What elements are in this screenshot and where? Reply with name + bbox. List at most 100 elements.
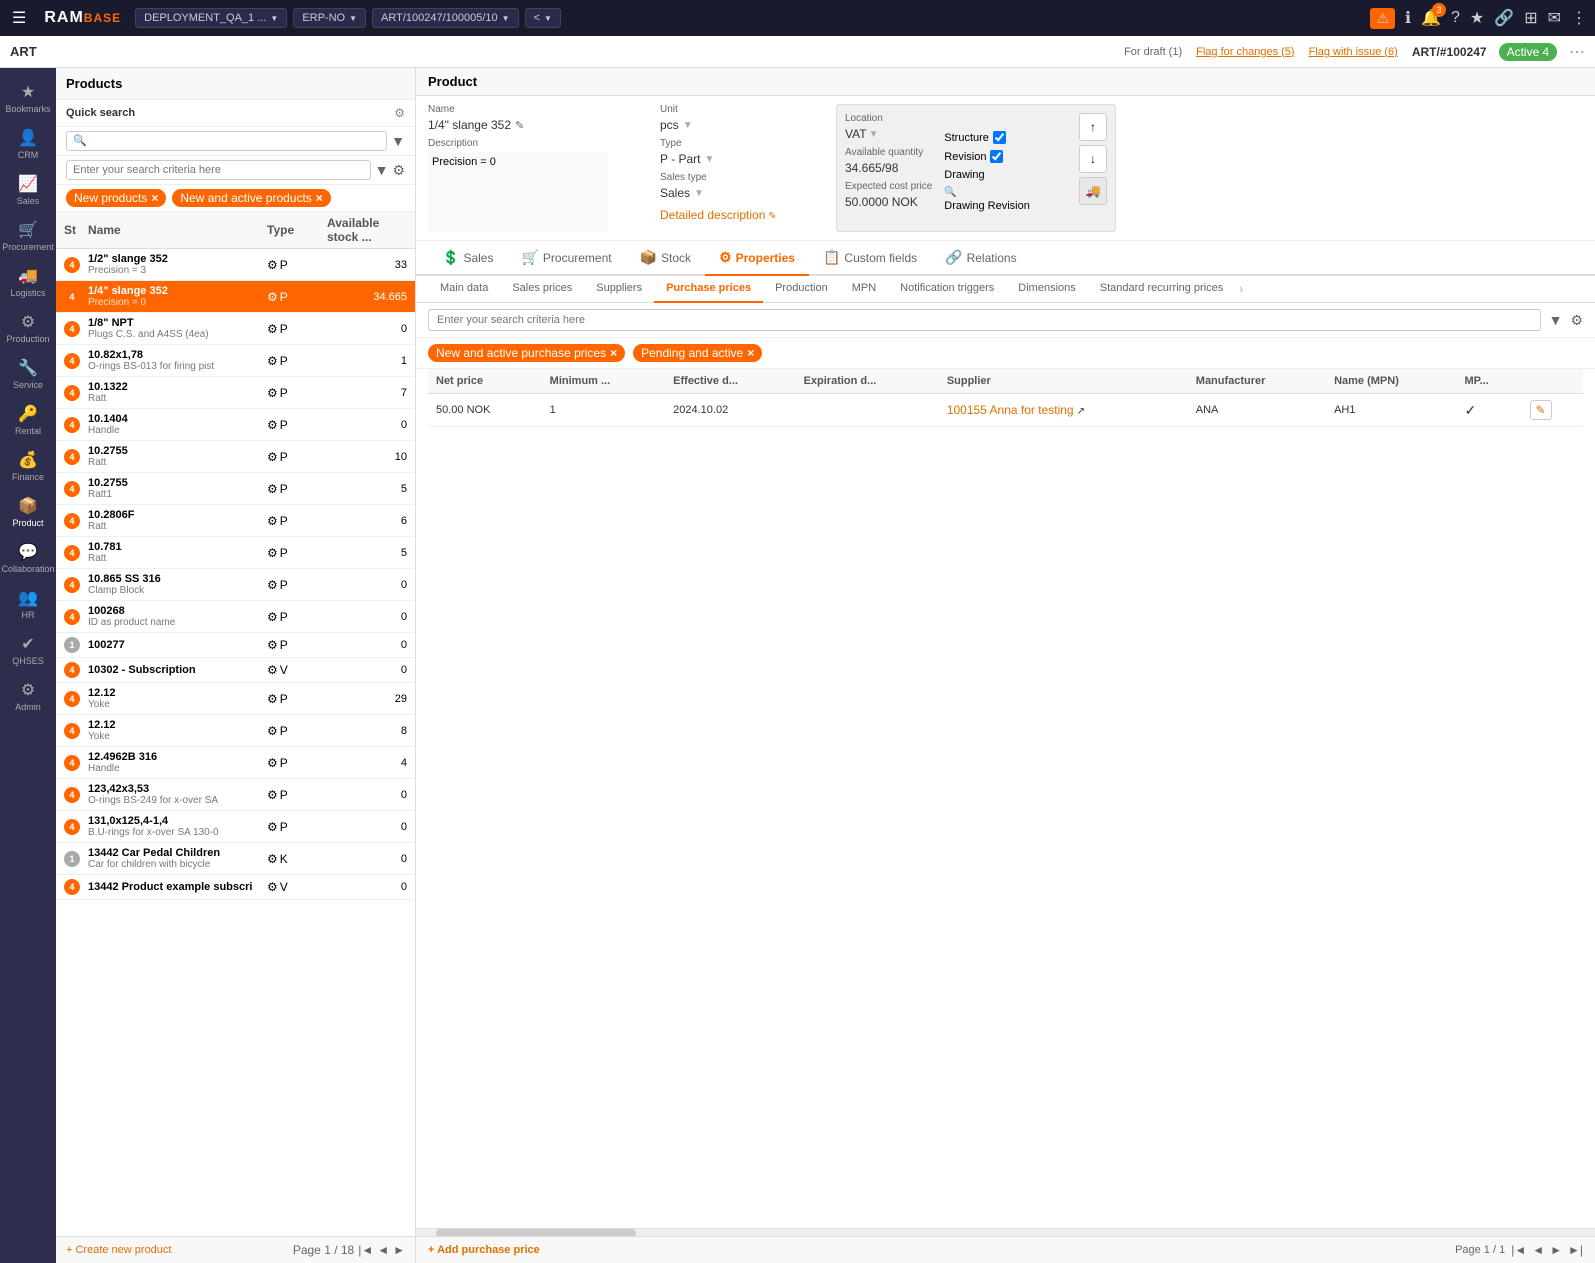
sub-tab-standard-recurring-prices[interactable]: Standard recurring prices [1088, 276, 1236, 303]
sidebar-item-logistics[interactable]: 🚚 Logistics [0, 260, 56, 304]
alert-icon[interactable]: ⚠ [1370, 8, 1395, 29]
flag-issue-link[interactable]: Flag with issue (6) [1309, 46, 1398, 58]
info-icon[interactable]: ℹ [1405, 8, 1411, 28]
list-item[interactable]: 4 10302 - Subscription ⚙ V 0 [56, 658, 415, 683]
list-item[interactable]: 4 1/8" NPT Plugs C.S. and A4SS (4ea) ⚙ P… [56, 313, 415, 345]
filter-settings-icon[interactable]: ⚙ [394, 106, 405, 120]
draft-info[interactable]: For draft (1) [1124, 46, 1182, 58]
page-next-button[interactable]: ► [393, 1243, 405, 1257]
supplier-link[interactable]: 100155 Anna for testing [947, 403, 1074, 417]
sub-tab-purchase-prices[interactable]: Purchase prices [654, 276, 763, 303]
list-item[interactable]: 4 1/4" slange 352 Precision = 0 ⚙ P 34.6… [56, 281, 415, 313]
list-item[interactable]: 4 13442 Product example subscri ⚙ V 0 [56, 875, 415, 900]
help-icon[interactable]: ? [1451, 9, 1460, 27]
sub-tab-production[interactable]: Production [763, 276, 840, 303]
list-item[interactable]: 1 100277 ⚙ P 0 [56, 633, 415, 658]
list-item[interactable]: 4 1/2" slange 352 Precision = 3 ⚙ P 33 [56, 249, 415, 281]
purchase-prices-filter-button[interactable]: ▼ [1549, 312, 1563, 328]
create-new-product-button[interactable]: + Create new product [66, 1244, 171, 1256]
edit-row-button[interactable]: ✎ [1530, 400, 1552, 420]
list-item[interactable]: 4 10.2755 Ratt1 ⚙ P 5 [56, 473, 415, 505]
table-last-page[interactable]: ►| [1568, 1243, 1583, 1257]
sub-tab-notification-triggers[interactable]: Notification triggers [888, 276, 1006, 303]
sidebar-item-sales[interactable]: 📈 Sales [0, 168, 56, 212]
list-item[interactable]: 4 12.12 Yoke ⚙ P 8 [56, 715, 415, 747]
purchase-prices-settings-button[interactable]: ⚙ [1570, 312, 1583, 329]
criteria-filter-button[interactable]: ▼ [375, 162, 389, 178]
detailed-description-link[interactable]: Detailed description ✎ [660, 208, 777, 222]
horizontal-scrollbar[interactable] [416, 1228, 1595, 1236]
more-dropdown[interactable]: < [525, 8, 561, 28]
criteria-gear-button[interactable]: ⚙ [392, 162, 405, 179]
erp-dropdown[interactable]: ERP-NO [293, 8, 366, 28]
th-expiration-d[interactable]: Expiration d... [796, 369, 939, 394]
grid-icon[interactable]: ⊞ [1524, 8, 1537, 28]
sidebar-item-production[interactable]: ⚙ Production [0, 306, 56, 350]
link-icon[interactable]: 🔗 [1494, 8, 1514, 28]
criteria-search-input[interactable] [66, 160, 371, 180]
name-edit-icon[interactable]: ✎ [515, 119, 524, 132]
th-manufacturer[interactable]: Manufacturer [1188, 369, 1326, 394]
page-prev-button[interactable]: ◄ [377, 1243, 389, 1257]
remove-new-active-pp-tag[interactable]: × [610, 346, 617, 360]
list-item[interactable]: 4 10.781 Ratt ⚙ P 5 [56, 537, 415, 569]
sidebar-item-service[interactable]: 🔧 Service [0, 352, 56, 396]
sidebar-item-finance[interactable]: 💰 Finance [0, 444, 56, 488]
unit-dropdown-icon[interactable]: ▼ [683, 120, 693, 131]
list-item[interactable]: 4 10.1404 Handle ⚙ P 0 [56, 409, 415, 441]
sidebar-item-admin[interactable]: ⚙ Admin [0, 674, 56, 718]
download-button[interactable]: ↓ [1079, 145, 1107, 173]
sidebar-item-hr[interactable]: 👥 HR [0, 582, 56, 626]
th-effective-d[interactable]: Effective d... [665, 369, 795, 394]
hamburger-menu-icon[interactable]: ☰ [8, 4, 30, 32]
deployment-dropdown[interactable]: DEPLOYMENT_QA_1 ... [135, 8, 287, 28]
flag-changes-link[interactable]: Flag for changes (5) [1196, 46, 1294, 58]
filter-icon[interactable]: ▼ [391, 133, 405, 149]
sidebar-item-bookmarks[interactable]: ★ Bookmarks [0, 76, 56, 120]
description-input[interactable]: Precision = 0 [428, 152, 608, 232]
revision-checkbox[interactable] [990, 150, 1003, 163]
sidebar-item-product[interactable]: 📦 Product [0, 490, 56, 534]
tab-procurement[interactable]: 🛒 Procurement [507, 241, 625, 276]
truck-button[interactable]: 🚚 [1079, 177, 1107, 205]
list-item[interactable]: 4 10.865 SS 316 Clamp Block ⚙ P 0 [56, 569, 415, 601]
th-mp[interactable]: MP... [1457, 369, 1522, 394]
new-active-purchase-prices-tag[interactable]: New and active purchase prices × [428, 344, 625, 362]
sub-tab-main-data[interactable]: Main data [428, 276, 500, 303]
sidebar-item-qhses[interactable]: ✔ QHSES [0, 628, 56, 672]
sidebar-item-crm[interactable]: 👤 CRM [0, 122, 56, 166]
table-first-page[interactable]: |◄ [1511, 1243, 1526, 1257]
mail-icon[interactable]: ✉ [1548, 8, 1561, 28]
page-first-button[interactable]: |◄ [358, 1243, 373, 1257]
list-item[interactable]: 4 10.2755 Ratt ⚙ P 10 [56, 441, 415, 473]
add-purchase-price-button[interactable]: + Add purchase price [428, 1244, 540, 1256]
pending-active-tag[interactable]: Pending and active × [633, 344, 762, 362]
sales-type-dropdown-icon[interactable]: ▼ [694, 188, 704, 199]
table-next-page[interactable]: ► [1550, 1243, 1562, 1257]
list-item[interactable]: 4 123,42x3,53 O-rings BS-249 for x-over … [56, 779, 415, 811]
tab-relations[interactable]: 🔗 Relations [931, 241, 1030, 276]
list-item[interactable]: 1 13442 Car Pedal Children Car for child… [56, 843, 415, 875]
list-item[interactable]: 4 131,0x125,4-1,4 B.U-rings for x-over S… [56, 811, 415, 843]
tab-custom-fields[interactable]: 📋 Custom fields [809, 241, 931, 276]
tab-properties[interactable]: ⚙ Properties [705, 241, 809, 276]
list-item[interactable]: 4 10.1322 Ratt ⚙ P 7 [56, 377, 415, 409]
th-minimum[interactable]: Minimum ... [542, 369, 665, 394]
list-item[interactable]: 4 12.4962B 316 Handle ⚙ P 4 [56, 747, 415, 779]
list-item[interactable]: 4 10.82x1,78 O-rings BS-013 for firing p… [56, 345, 415, 377]
sub-tab-dimensions[interactable]: Dimensions [1006, 276, 1087, 303]
sidebar-item-rental[interactable]: 🔑 Rental [0, 398, 56, 442]
list-item[interactable]: 4 10.2806F Ratt ⚙ P 6 [56, 505, 415, 537]
th-net-price[interactable]: Net price [428, 369, 542, 394]
new-products-tag[interactable]: New products × [66, 189, 166, 207]
tab-sales[interactable]: 💲 Sales [428, 241, 507, 276]
new-active-products-tag[interactable]: New and active products × [172, 189, 330, 207]
sidebar-item-procurement[interactable]: 🛒 Procurement [0, 214, 56, 258]
bell-icon[interactable]: 🔔3 [1421, 8, 1441, 28]
remove-new-products-tag[interactable]: × [151, 191, 158, 205]
th-name-mpn[interactable]: Name (MPN) [1326, 369, 1456, 394]
table-prev-page[interactable]: ◄ [1532, 1243, 1544, 1257]
more-options-icon[interactable]: ⋯ [1569, 42, 1585, 62]
structure-checkbox[interactable] [993, 131, 1006, 144]
type-dropdown-icon[interactable]: ▼ [704, 154, 714, 165]
